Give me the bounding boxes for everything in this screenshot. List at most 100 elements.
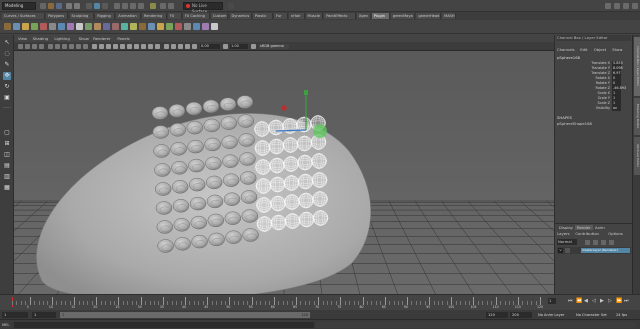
channel-box-icon[interactable]: [632, 3, 638, 9]
shelf-tab[interactable]: Xgen: [356, 13, 371, 19]
layer-visibility-icon[interactable]: V: [558, 248, 563, 253]
layer-row[interactable]: V masterLayer (Renderer): [557, 247, 631, 254]
view-transform-dropdown[interactable]: sRGB gamma: [259, 44, 289, 49]
layout-four-icon[interactable]: ⊞: [3, 140, 11, 148]
step-forward-icon[interactable]: ▷: [608, 298, 613, 304]
layout-single-icon[interactable]: ▢: [3, 129, 11, 137]
shelf-tool-icon[interactable]: [193, 23, 200, 30]
wire-sphere[interactable]: [284, 194, 300, 210]
wire-sphere[interactable]: [283, 175, 300, 191]
panel-menu-item[interactable]: Shading: [33, 35, 48, 42]
shelf-tool-icon[interactable]: [13, 23, 20, 30]
snap-grid-icon[interactable]: [114, 3, 120, 9]
bookmark-icon[interactable]: [32, 44, 37, 49]
panel-menu-item[interactable]: Panels: [117, 35, 129, 42]
step-forward-key-icon[interactable]: ⏩: [616, 298, 622, 304]
wire-sphere[interactable]: [298, 211, 315, 228]
layer-editor-tab[interactable]: Render: [575, 225, 593, 230]
shelf-tool-icon[interactable]: [85, 23, 92, 30]
wire-sphere[interactable]: [269, 157, 285, 174]
layer-editor-menu[interactable]: Layers: [557, 231, 570, 236]
mel-label[interactable]: MEL: [2, 322, 9, 328]
shelf-tab[interactable]: FX Caching: [182, 13, 210, 19]
manip-center-handle[interactable]: [313, 124, 327, 138]
xray-active-components-icon[interactable]: [185, 44, 190, 49]
wire-sphere[interactable]: [255, 178, 272, 194]
attribute-label[interactable]: Scale Y: [557, 96, 610, 100]
new-layer-from-selection-icon[interactable]: [609, 240, 614, 245]
ipr-render-icon[interactable]: [168, 3, 174, 9]
animation-start-field[interactable]: 1: [2, 312, 28, 318]
layout-graph-icon[interactable]: ▥: [3, 173, 11, 181]
shelf-tool-icon[interactable]: [22, 23, 29, 30]
snap-point-icon[interactable]: [130, 3, 136, 9]
rotate-tool-icon[interactable]: ↻: [3, 83, 11, 91]
mode-dropdown[interactable]: Modeling: [2, 2, 36, 10]
shelf-tab[interactable]: PaintEffects: [324, 13, 356, 19]
film-gate-icon[interactable]: [55, 44, 60, 49]
isolate-select-icon[interactable]: [171, 44, 176, 49]
shelf-tool-icon[interactable]: [40, 23, 47, 30]
resolution-gate-icon[interactable]: [62, 44, 67, 49]
depth-of-field-icon[interactable]: [164, 44, 169, 49]
side-tab[interactable]: Modeling Toolkit: [634, 97, 640, 136]
shelf-tool-icon[interactable]: [211, 23, 218, 30]
command-input[interactable]: [14, 322, 314, 328]
channel-box-menu[interactable]: Channels: [557, 47, 575, 52]
attribute-label[interactable]: Rotate X: [557, 76, 610, 80]
modeling-toolkit-icon[interactable]: [614, 3, 620, 9]
wire-sphere[interactable]: [256, 197, 272, 213]
shelf-tab[interactable]: Fur: [274, 13, 288, 19]
redo-icon[interactable]: [74, 3, 80, 9]
wire-sphere[interactable]: [268, 119, 284, 136]
image-plane-icon[interactable]: [39, 44, 44, 49]
shelf-tool-icon[interactable]: [157, 23, 164, 30]
layout-custom-icon[interactable]: ▦: [3, 184, 11, 192]
layout-outliner-icon[interactable]: ▤: [3, 162, 11, 170]
shelf-tool-icon[interactable]: [184, 23, 191, 30]
attribute-label[interactable]: Rotate Y: [557, 81, 610, 85]
shelf-tab[interactable]: Muscle: [305, 13, 324, 19]
wire-sphere[interactable]: [268, 138, 285, 155]
wire-sphere[interactable]: [284, 213, 301, 229]
camera-attributes-icon[interactable]: [25, 44, 30, 49]
wire-sphere[interactable]: [255, 159, 271, 175]
snap-curve-icon[interactable]: [122, 3, 128, 9]
attribute-label[interactable]: Scale Z: [557, 101, 610, 105]
shelf-tool-icon[interactable]: [121, 23, 128, 30]
undo-icon[interactable]: [66, 3, 72, 9]
wire-sphere[interactable]: [296, 135, 313, 152]
shelf-tab[interactable]: Plugin: [371, 13, 390, 19]
wire-sphere[interactable]: [312, 210, 329, 226]
shelf-tab[interactable]: Plastic: [252, 13, 273, 19]
select-object-icon[interactable]: [94, 3, 100, 9]
shelf-tool-icon[interactable]: [94, 23, 101, 30]
fps-dropdown[interactable]: 24 fps: [614, 312, 638, 318]
live-surface-field[interactable]: No Live Surface: [183, 2, 223, 14]
shelf-tool-icon[interactable]: [175, 23, 182, 30]
animation-end-field[interactable]: 200: [510, 312, 532, 318]
snap-view-plane-icon[interactable]: [138, 3, 144, 9]
wire-sphere[interactable]: [282, 137, 299, 153]
textured-icon[interactable]: [120, 44, 125, 49]
shelf-tool-icon[interactable]: [31, 23, 38, 30]
time-slider[interactable]: 5 10 15 20 25 30 35 40 45 50 55 60 65 70 75 80 85 90 95 100…: [0, 294, 640, 310]
shelf-tool-icon[interactable]: [148, 23, 155, 30]
shelf-tool-icon[interactable]: [202, 23, 209, 30]
go-to-end-icon[interactable]: ⏭: [624, 298, 629, 304]
xray-icon[interactable]: [113, 44, 118, 49]
layer-up-icon[interactable]: [585, 240, 590, 245]
last-tool-icon[interactable]: [3, 107, 11, 115]
step-back-key-icon[interactable]: ⏪: [576, 298, 582, 304]
render-frame-icon[interactable]: [160, 3, 166, 9]
viewport[interactable]: [14, 51, 554, 294]
shelf-tab[interactable]: nHair: [289, 13, 305, 19]
color-management-icon[interactable]: [251, 44, 256, 49]
save-scene-icon[interactable]: [56, 3, 62, 9]
select-tool-icon[interactable]: ↖: [3, 39, 11, 47]
attribute-label[interactable]: Visibility: [557, 106, 610, 110]
side-tab[interactable]: Attribute Editor: [634, 137, 640, 175]
shelf-tool-icon[interactable]: [130, 23, 137, 30]
character-set-dropdown[interactable]: No Character Set: [574, 312, 610, 318]
wireframe-icon[interactable]: [92, 44, 97, 49]
